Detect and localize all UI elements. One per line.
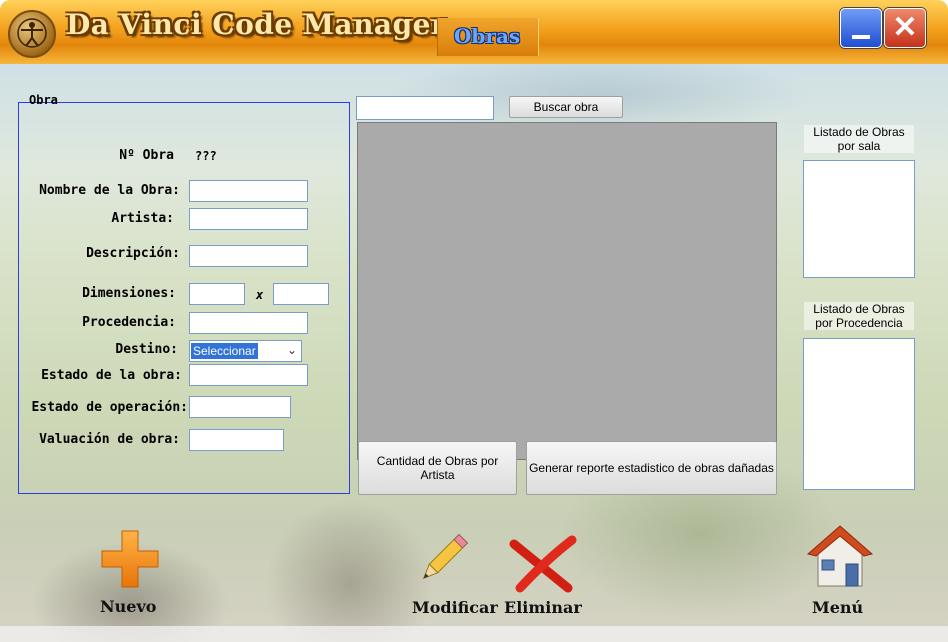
procedencia-input[interactable] bbox=[189, 312, 308, 334]
obras-data-grid[interactable] bbox=[357, 122, 777, 460]
menu-label: Menú bbox=[812, 598, 864, 617]
dimensiones-label: Dimensiones: bbox=[82, 286, 176, 301]
eliminar-label: Eliminar bbox=[504, 598, 582, 617]
nombre-obra-label: Nombre de la Obra: bbox=[39, 183, 180, 198]
reporte-obras-danadas-button[interactable]: Generar reporte estadistico de obras dañ… bbox=[526, 441, 777, 495]
chevron-down-icon: ⌄ bbox=[286, 343, 297, 357]
close-icon: ✕ bbox=[892, 11, 918, 44]
estado-obra-input[interactable] bbox=[189, 364, 308, 386]
menu-button[interactable]: Menú bbox=[800, 522, 880, 626]
procedencia-label: Procedencia: bbox=[82, 315, 176, 330]
buscar-obra-input[interactable] bbox=[356, 96, 494, 120]
destino-select[interactable]: Seleccionar ⌄ bbox=[189, 340, 302, 362]
numero-obra-label: Nº Obra bbox=[119, 148, 174, 163]
buscar-obra-button[interactable]: Buscar obra bbox=[509, 96, 623, 118]
tab-obras: Obras bbox=[437, 18, 539, 56]
minimize-button[interactable] bbox=[840, 8, 882, 48]
dimension-separator: x bbox=[256, 288, 264, 302]
destino-selected-value: Seleccionar bbox=[191, 343, 258, 359]
cantidad-obras-artista-button[interactable]: Cantidad de Obras por Artista bbox=[358, 441, 517, 495]
artista-input[interactable] bbox=[189, 208, 308, 230]
delete-x-icon bbox=[509, 535, 577, 593]
listado-por-sala-listbox[interactable] bbox=[803, 160, 915, 278]
home-icon bbox=[806, 525, 874, 587]
title-bar: Da Vinci Code Manager Obras ✕ bbox=[0, 0, 948, 64]
valuacion-input[interactable] bbox=[189, 429, 284, 451]
listado-por-procedencia-label: Listado de Obras por Procedencia bbox=[804, 302, 914, 330]
nuevo-button[interactable]: Nuevo bbox=[92, 525, 172, 625]
app-title: Da Vinci Code Manager bbox=[66, 8, 447, 41]
descripcion-label: Descripción: bbox=[86, 246, 180, 261]
pencil-icon bbox=[422, 533, 469, 580]
destino-label: Destino: bbox=[115, 342, 178, 357]
artista-label: Artista: bbox=[111, 211, 174, 226]
estado-operacion-label: Estado de operación: bbox=[31, 400, 188, 415]
dimension-ancho-input[interactable] bbox=[189, 283, 245, 305]
listado-por-procedencia-listbox[interactable] bbox=[803, 338, 915, 490]
nombre-obra-input[interactable] bbox=[189, 180, 308, 202]
numero-obra-value: ??? bbox=[195, 149, 217, 163]
vitruvian-logo-icon bbox=[8, 10, 56, 58]
modificar-button[interactable]: Modificar bbox=[410, 528, 510, 623]
modificar-label: Modificar bbox=[412, 598, 498, 617]
estado-obra-label: Estado de la obra: bbox=[41, 368, 182, 383]
plus-icon bbox=[101, 530, 159, 588]
close-button[interactable]: ✕ bbox=[884, 8, 926, 48]
descripcion-input[interactable] bbox=[189, 245, 308, 267]
nuevo-label: Nuevo bbox=[100, 597, 157, 616]
eliminar-button[interactable]: Eliminar bbox=[500, 528, 590, 623]
obra-group-label: Obra bbox=[29, 93, 58, 107]
estado-operacion-input[interactable] bbox=[189, 396, 291, 418]
listado-por-sala-label: Listado de Obras por sala bbox=[804, 125, 914, 153]
dimension-alto-input[interactable] bbox=[273, 283, 329, 305]
tab-obras-label: Obras bbox=[454, 24, 521, 48]
valuacion-label: Valuación de obra: bbox=[39, 432, 180, 447]
